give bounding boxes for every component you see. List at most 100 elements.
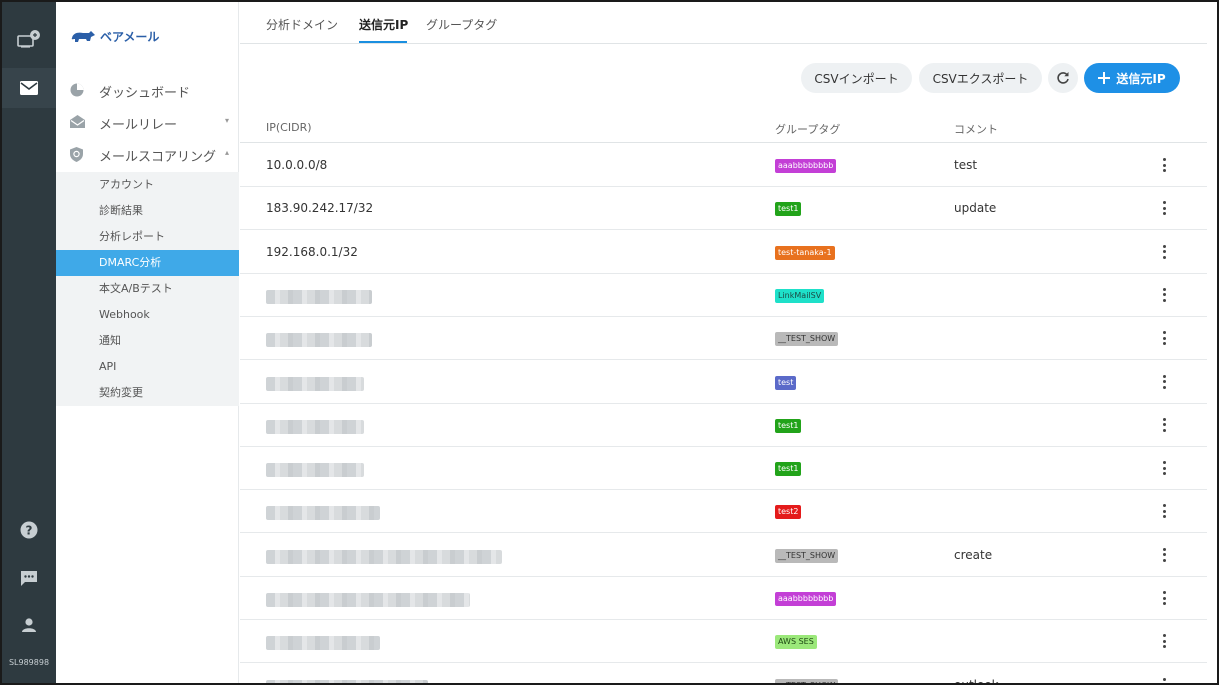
shield-icon: [70, 147, 83, 162]
more-options-icon[interactable]: [1158, 199, 1170, 217]
subnav-item-ab-test[interactable]: 本文A/Bテスト: [56, 276, 239, 302]
kebab-dot: [1162, 331, 1166, 335]
nav-dashboard[interactable]: ダッシュボード: [56, 74, 239, 106]
table-row[interactable]: 183.90.242.17/32 test1 update: [240, 187, 1207, 231]
tab-bar: 分析ドメイン 送信元IP グループタグ: [240, 2, 1207, 44]
table-row[interactable]: LinkMailSV: [240, 274, 1207, 317]
column-header-ip[interactable]: IP(CIDR): [266, 121, 312, 134]
nav-mail-scoring[interactable]: メールスコアリング ▴: [56, 138, 239, 170]
more-options-icon[interactable]: [1158, 502, 1170, 520]
refresh-button[interactable]: [1048, 63, 1078, 93]
subnav-item-notification[interactable]: 通知: [56, 328, 239, 354]
table-row[interactable]: test1: [240, 404, 1207, 447]
table-row[interactable]: test2: [240, 490, 1207, 534]
subnav-item-dmarc[interactable]: DMARC分析: [56, 250, 239, 276]
more-options-icon[interactable]: [1158, 416, 1170, 434]
chevron-down-icon[interactable]: ▾: [225, 116, 229, 125]
masked-ip-value: [266, 636, 380, 651]
kebab-dot: [1162, 380, 1166, 383]
more-options-icon[interactable]: [1158, 286, 1170, 304]
main-content: 分析ドメイン 送信元IP グループタグ CSVインポート CSVエクスポート 送…: [240, 2, 1217, 683]
inbox-icon: [70, 115, 85, 128]
masked-ip-value: [266, 333, 372, 348]
kebab-dot: [1162, 169, 1166, 172]
kebab-dot: [1162, 472, 1166, 476]
bear-icon: [71, 30, 95, 42]
tab-source-ip[interactable]: 送信元IP: [359, 16, 408, 33]
table-header: IP(CIDR) グループタグ コメント: [240, 114, 1207, 143]
kebab-dot: [1162, 645, 1166, 649]
column-header-comment[interactable]: コメント: [954, 121, 998, 137]
kebab-dot: [1162, 553, 1166, 557]
subnav-item-diagnosis[interactable]: 診断結果: [56, 198, 239, 224]
more-options-icon[interactable]: [1158, 459, 1170, 477]
kebab-dot: [1162, 504, 1166, 508]
nav-dashboard-label: ダッシュボード: [99, 86, 191, 101]
table-row[interactable]: test: [240, 361, 1207, 404]
more-options-icon[interactable]: [1158, 373, 1170, 391]
table-row[interactable]: 10.0.0.0/8 aaabbbbbbbb test: [240, 144, 1207, 187]
masked-ip-value: [266, 463, 364, 478]
more-options-icon[interactable]: [1158, 632, 1170, 650]
group-tag-badge: __TEST_SHOW: [775, 332, 839, 347]
kebab-dot: [1162, 596, 1166, 600]
kebab-dot: [1162, 374, 1166, 378]
more-options-icon[interactable]: [1158, 156, 1170, 174]
subnav-item-webhook[interactable]: Webhook: [56, 302, 239, 328]
ip-cell: 10.0.0.0/8: [266, 158, 328, 172]
kebab-dot: [1162, 634, 1166, 638]
kebab-dot: [1162, 206, 1166, 210]
subnav-item-api[interactable]: API: [56, 354, 239, 380]
kebab-dot: [1162, 423, 1166, 427]
table-row[interactable]: AWS SES: [240, 620, 1207, 664]
table-row[interactable]: __TEST_SHOW outlook: [240, 664, 1207, 683]
masked-ip-value: [266, 376, 364, 391]
more-options-icon[interactable]: [1158, 546, 1170, 564]
chat-icon[interactable]: [2, 558, 56, 598]
chevron-up-icon[interactable]: ▴: [225, 148, 229, 157]
kebab-dot: [1162, 417, 1166, 421]
active-tab-indicator: [359, 41, 407, 43]
help-icon[interactable]: ?: [2, 510, 56, 550]
kebab-dot: [1162, 287, 1166, 291]
column-header-group[interactable]: グループタグ: [775, 121, 840, 137]
table-row[interactable]: 192.168.0.1/32 test-tanaka-1: [240, 231, 1207, 274]
table-row[interactable]: __TEST_SHOW: [240, 317, 1207, 361]
csv-export-button[interactable]: CSVエクスポート: [919, 63, 1042, 93]
masked-ip-value: [266, 679, 428, 683]
kebab-dot: [1162, 250, 1166, 254]
kebab-dot: [1162, 293, 1166, 297]
group-tag-badge: LinkMailSV: [775, 288, 825, 303]
brand-logo[interactable]: ベアメール: [70, 28, 159, 45]
table-row[interactable]: aaabbbbbbbb: [240, 577, 1207, 620]
comment-cell: test: [954, 158, 978, 172]
person-icon[interactable]: [2, 605, 56, 645]
add-source-ip-button[interactable]: 送信元IP: [1084, 63, 1180, 93]
masked-ip-value: [266, 506, 380, 521]
kebab-dot: [1162, 336, 1166, 340]
mail-icon[interactable]: [2, 68, 56, 108]
group-tag-badge: __TEST_SHOW: [775, 548, 839, 563]
kebab-dot: [1162, 428, 1166, 432]
subnav-item-account[interactable]: アカウント: [56, 172, 239, 198]
tab-group-tag[interactable]: グループタグ: [426, 16, 497, 33]
nav-mail-relay[interactable]: メールリレー ▾: [56, 106, 239, 138]
kebab-dot: [1162, 558, 1166, 562]
table-row[interactable]: test1: [240, 447, 1207, 491]
subnav-item-contract[interactable]: 契約変更: [56, 380, 239, 406]
kebab-dot: [1162, 342, 1166, 346]
csv-import-button[interactable]: CSVインポート: [801, 63, 912, 93]
nav-mail-scoring-label: メールスコアリング: [99, 150, 217, 165]
group-tag-badge: aaabbbbbbbb: [775, 159, 837, 173]
kebab-dot: [1162, 602, 1166, 605]
more-options-icon[interactable]: [1158, 329, 1170, 347]
svg-text:?: ?: [26, 524, 33, 538]
more-options-icon[interactable]: [1158, 589, 1170, 607]
tab-analysis-domain[interactable]: 分析ドメイン: [266, 16, 338, 33]
kebab-dot: [1162, 201, 1166, 205]
display-icon[interactable]: [2, 20, 56, 60]
subnav-item-report[interactable]: 分析レポート: [56, 224, 239, 250]
table-row[interactable]: __TEST_SHOW create: [240, 534, 1207, 577]
more-options-icon[interactable]: [1158, 243, 1170, 261]
more-options-icon[interactable]: [1158, 676, 1170, 683]
